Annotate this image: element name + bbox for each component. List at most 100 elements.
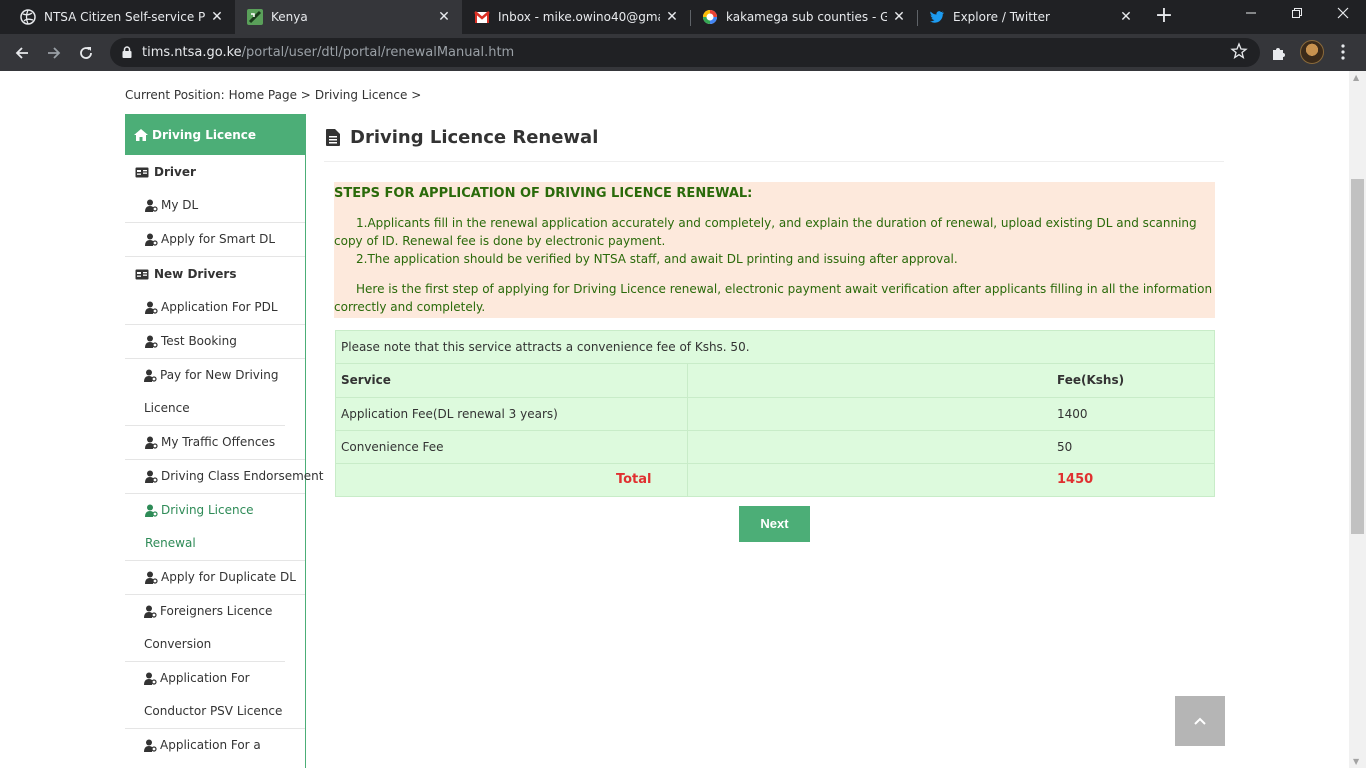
header-fee: Fee(Kshs) (1057, 373, 1125, 388)
menu-button[interactable] (1338, 44, 1348, 60)
step-2-text: 2.The application should be verified by … (356, 252, 958, 266)
url-domain: tims.ntsa.go.ke (142, 45, 242, 60)
close-icon[interactable]: ✕ (887, 9, 911, 25)
main-content: Driving Licence Renewal STEPS FOR APPLIC… (324, 114, 1224, 542)
lock-icon[interactable] (120, 45, 134, 59)
sidebar-item-conductor-psv-licence[interactable]: Application For Conductor PSV Licence (125, 662, 305, 729)
cell-blank (687, 429, 1052, 463)
sidebar-item-pay-new-driving-licence[interactable]: Pay for New Driving Licence (125, 359, 285, 426)
fee-note: Please note that this service attracts a… (336, 331, 1214, 364)
cell-service: Application Fee(DL renewal 3 years) (336, 396, 688, 430)
user-key-icon (144, 369, 157, 382)
close-window-button[interactable] (1320, 0, 1366, 34)
scrollbar-thumb[interactable] (1351, 179, 1364, 534)
sidebar-item-apply-smart-dl[interactable]: Apply for Smart DL (125, 223, 305, 257)
sidebar: Driving Licence Driver My DL Apply for S… (125, 114, 323, 768)
sidebar-item-foreigners-licence-conversion[interactable]: Foreigners Licence Conversion (125, 595, 285, 662)
extensions-icon[interactable] (1268, 42, 1290, 64)
next-button[interactable]: Next (739, 506, 810, 542)
url-text: tims.ntsa.go.ke/portal/user/dtl/portal/r… (142, 45, 514, 60)
star-icon[interactable] (1230, 42, 1248, 60)
tab-ntsa[interactable]: NTSA Citizen Self-service Portal ✕ (0, 0, 235, 34)
sidebar-item-driving-class-endorsement[interactable]: Driving Class Endorsement (125, 460, 323, 494)
restore-button[interactable] (1274, 0, 1320, 34)
id-card-icon (135, 167, 149, 177)
user-key-icon (145, 199, 158, 212)
breadcrumb-home[interactable]: Home Page > (229, 88, 311, 102)
sidebar-item-label: Driving Licence Renewal (145, 503, 254, 550)
sidebar-group-new-drivers: New Drivers (125, 257, 305, 291)
sidebar-item-test-booking[interactable]: Test Booking (125, 325, 305, 359)
sidebar-item-label: My Traffic Offences (161, 435, 276, 449)
back-button[interactable] (10, 41, 34, 65)
tab-google[interactable]: kakamega sub counties - Google ✕ (690, 0, 917, 34)
breadcrumb-driving-licence[interactable]: Driving Licence > (315, 88, 421, 102)
table-header-row: Service Fee(Kshs) (336, 364, 1214, 397)
steps-heading: STEPS FOR APPLICATION OF DRIVING LICENCE… (334, 186, 753, 201)
cell-blank (687, 396, 1052, 430)
reload-button[interactable] (74, 41, 98, 65)
scroll-down-arrow[interactable]: ▼ (1353, 757, 1359, 766)
scrollbar[interactable]: ▲ ▼ (1349, 71, 1366, 768)
sidebar-item-driver-psv-licence[interactable]: Application For a Driver PSV Licence (125, 729, 285, 768)
avatar[interactable] (1300, 40, 1324, 64)
globe-icon (20, 9, 36, 25)
sidebar-item-apply-duplicate-dl[interactable]: Apply for Duplicate DL (125, 561, 305, 595)
id-card-icon (135, 269, 149, 279)
sidebar-header[interactable]: Driving Licence (125, 114, 305, 155)
user-key-icon (145, 436, 158, 449)
sidebar-group-label: Driver (154, 165, 196, 179)
close-icon[interactable]: ✕ (432, 9, 456, 25)
forward-button[interactable] (42, 41, 66, 65)
sidebar-item-label: Application For a Driver PSV Licence (160, 738, 261, 752)
tab-title: Inbox - mike.owino40@gmail.com (498, 10, 660, 24)
cell-service: Convenience Fee (336, 429, 688, 463)
close-icon[interactable]: ✕ (1114, 9, 1138, 25)
sidebar-item-label: Driving Class Endorsement (161, 469, 324, 483)
home-icon (134, 128, 148, 141)
page-title-row: Driving Licence Renewal (324, 114, 1224, 162)
sidebar-item-label: Test Booking (161, 334, 237, 348)
tab-twitter[interactable]: Explore / Twitter ✕ (917, 0, 1144, 34)
header-blank (687, 364, 1052, 397)
tab-gmail[interactable]: Inbox - mike.owino40@gmail.com ✕ (462, 0, 690, 34)
user-key-icon (145, 470, 158, 483)
sidebar-item-application-pdl[interactable]: Application For PDL (125, 291, 305, 325)
header-service: Service (336, 364, 688, 397)
reload-icon (80, 47, 92, 59)
arrow-right-icon (48, 47, 61, 59)
tab-kenya[interactable]: Kenya ✕ (235, 0, 462, 34)
browser-tab-bar: NTSA Citizen Self-service Portal ✕ Kenya… (0, 0, 1366, 34)
close-icon[interactable]: ✕ (660, 9, 684, 25)
cell-fee: 1400 (1052, 396, 1214, 430)
sidebar-item-my-traffic-offences[interactable]: My Traffic Offences (125, 426, 305, 460)
tab-title: Explore / Twitter (953, 10, 1050, 24)
table-row: Application Fee(DL renewal 3 years) 1400 (336, 396, 1214, 430)
minimize-button[interactable] (1228, 0, 1274, 34)
close-icon[interactable]: ✕ (205, 9, 229, 25)
sidebar-group-label: New Drivers (154, 267, 237, 281)
user-key-icon (145, 233, 158, 246)
url-path: /portal/user/dtl/portal/renewalManual.ht… (241, 45, 515, 60)
user-key-icon (144, 739, 157, 752)
address-bar[interactable]: tims.ntsa.go.ke/portal/user/dtl/portal/r… (110, 38, 1260, 67)
sidebar-item-label: Foreigners Licence Conversion (144, 604, 273, 651)
google-icon (703, 10, 717, 24)
sidebar-item-label: Application For Conductor PSV Licence (144, 671, 283, 718)
table-total-row: Total 1450 (336, 462, 1214, 496)
new-tab-button[interactable]: + (1152, 5, 1176, 29)
sidebar-header-label: Driving Licence (152, 127, 257, 142)
sidebar-item-driving-licence-renewal[interactable]: Driving Licence Renewal (125, 494, 305, 561)
kenya-icon (247, 9, 263, 25)
step-3-text: Here is the first step of applying for D… (334, 282, 1213, 314)
scroll-up-arrow[interactable]: ▲ (1353, 73, 1359, 82)
back-to-top-button[interactable] (1175, 696, 1225, 746)
sidebar-item-my-dl[interactable]: My DL (125, 189, 305, 223)
user-key-icon (145, 335, 158, 348)
user-key-icon (144, 605, 157, 618)
user-key-icon (145, 301, 158, 314)
page-title: Driving Licence Renewal (350, 127, 599, 148)
twitter-icon (930, 11, 944, 23)
tab-title: NTSA Citizen Self-service Portal (44, 10, 205, 24)
fee-table-panel: Please note that this service attracts a… (335, 330, 1215, 497)
